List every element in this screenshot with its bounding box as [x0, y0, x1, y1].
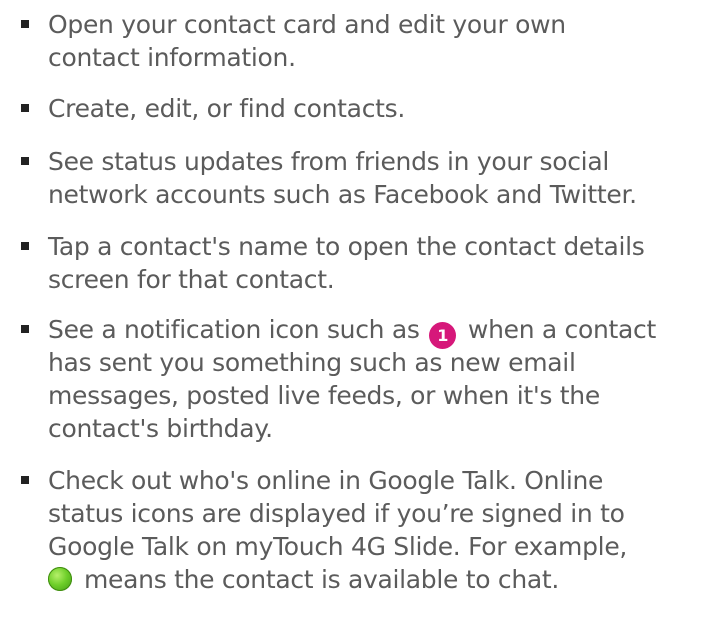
text-segment: when a contact — [467, 315, 657, 344]
bullet-icon — [21, 325, 29, 333]
text-line: has sent you something such as new email — [48, 348, 576, 377]
text-line: means the contact is available to chat. — [48, 563, 715, 596]
text-line: screen for that contact. — [48, 265, 335, 294]
text-line: status icons are displayed if you’re sig… — [48, 499, 625, 528]
list-item-text: Open your contact card and edit your own… — [48, 8, 715, 74]
list-item-text: See a notification icon such as 1 when a… — [48, 313, 715, 445]
bullet-icon — [21, 104, 29, 112]
bullet-icon — [21, 476, 29, 484]
bullet-icon — [21, 20, 29, 28]
text-line: messages, posted live feeds, or when it'… — [48, 381, 600, 410]
text-line: Check out who's online in Google Talk. O… — [48, 466, 604, 495]
online-status-icon — [48, 567, 72, 591]
bullet-icon — [21, 157, 29, 165]
text-line: contact's birthday. — [48, 414, 273, 443]
list-item-text: See status updates from friends in your … — [48, 145, 715, 211]
text-line: Open your contact card and edit your own — [48, 10, 566, 39]
text-line: network accounts such as Facebook and Tw… — [48, 180, 637, 209]
list-item-text: Check out who's online in Google Talk. O… — [48, 464, 715, 596]
bullet-icon — [21, 242, 29, 250]
text-line: Create, edit, or find contacts. — [48, 94, 406, 123]
text-segment: means the contact is available to chat. — [84, 565, 560, 594]
list-item-text: Create, edit, or find contacts. — [48, 92, 715, 125]
text-line: Tap a contact's name to open the contact… — [48, 232, 645, 261]
text-segment: See a notification icon such as — [48, 315, 420, 344]
notification-badge-icon: 1 — [429, 322, 457, 349]
list-item-text: Tap a contact's name to open the contact… — [48, 230, 715, 296]
text-line: See status updates from friends in your … — [48, 147, 609, 176]
text-line: See a notification icon such as 1 when a… — [48, 313, 715, 349]
text-line: contact information. — [48, 43, 296, 72]
text-line: Google Talk on myTouch 4G Slide. For exa… — [48, 532, 628, 561]
